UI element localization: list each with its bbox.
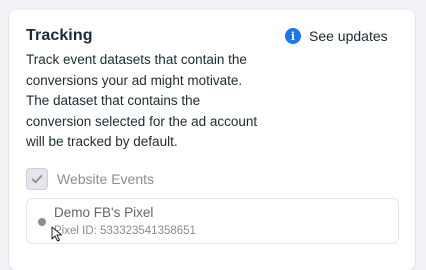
- see-updates-link[interactable]: i See updates: [285, 28, 388, 44]
- website-events-option[interactable]: Website Events: [26, 168, 154, 190]
- checkmark-icon: [31, 174, 43, 184]
- website-events-checkbox[interactable]: [26, 168, 48, 190]
- pixel-id: Pixel ID: 533323541358651: [54, 225, 196, 237]
- tracking-card: Tracking i See updates Track event datas…: [9, 10, 415, 270]
- pixel-status-dot: [38, 218, 46, 226]
- tracking-description: Track event datasets that contain the co…: [26, 52, 258, 149]
- pixel-item[interactable]: Demo FB's Pixel Pixel ID: 53332354135865…: [26, 198, 399, 244]
- mouse-cursor-icon: [51, 226, 62, 242]
- tracking-title: Tracking: [26, 27, 93, 44]
- see-updates-label: See updates: [309, 28, 388, 44]
- info-icon: i: [285, 28, 301, 44]
- pixel-name: Demo FB's Pixel: [54, 205, 154, 220]
- website-events-label: Website Events: [57, 171, 155, 187]
